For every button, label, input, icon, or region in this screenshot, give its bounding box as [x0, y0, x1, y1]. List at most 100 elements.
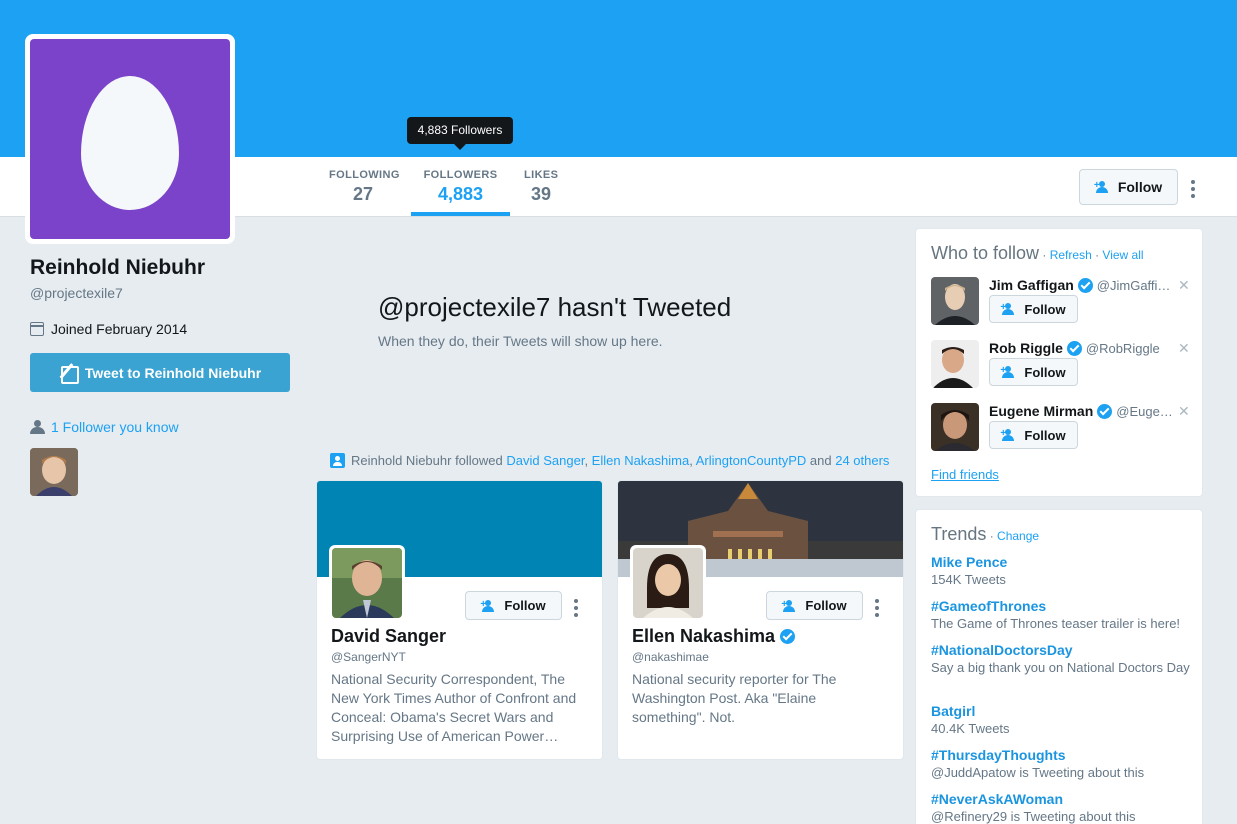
trend-context: Say a big thank you on National Doctors … [931, 660, 1190, 675]
suggestion-name-text[interactable]: Eugene Mirman [989, 403, 1093, 419]
suggestion-follow-label: Follow [1024, 301, 1066, 317]
trend-context: The Game of Thrones teaser trailer is he… [931, 616, 1181, 631]
profile-name: Reinhold Niebuhr [30, 256, 205, 279]
followed-link-ellen-nakashima[interactable]: Ellen Nakashima [592, 453, 690, 468]
card-more-icon[interactable] [875, 599, 881, 620]
card-handle: @SangerNYT [331, 650, 406, 664]
stat-likes[interactable]: LIKES 39 [524, 169, 558, 205]
card-bio: National Security Correspondent, The New… [331, 671, 577, 744]
who-to-follow-heading: Who to follow [931, 243, 1040, 263]
user-card-ellen-nakashima[interactable]: + Follow Ellen Nakashima @nakashimae Nat… [617, 480, 904, 760]
title-sep: · [1091, 248, 1103, 262]
who-to-follow-title: Who to follow · Refresh · View all [931, 243, 1144, 264]
suggestion-rob-riggle[interactable]: Rob Riggle @RobRiggle ✕ + Follow [931, 340, 1193, 392]
stat-followers-label: FOLLOWERS [423, 169, 498, 181]
card-follow-button[interactable]: + Follow [766, 591, 863, 620]
stat-followers[interactable]: FOLLOWERS 4,883 [411, 169, 510, 205]
change-trends-link[interactable]: Change [997, 529, 1039, 543]
suggestion-follow-button[interactable]: + Follow [989, 358, 1078, 386]
card-more-icon[interactable] [574, 599, 580, 620]
tweet-to-button[interactable]: Tweet to Reinhold Niebuhr [30, 353, 290, 392]
joined-date: Joined February 2014 [30, 321, 187, 337]
suggestion-name: Rob Riggle @RobRiggle [989, 340, 1160, 356]
stat-likes-value: 39 [530, 184, 552, 204]
refresh-link[interactable]: Refresh [1050, 248, 1092, 262]
dismiss-icon[interactable]: ✕ [1178, 277, 1190, 294]
trend-context: @JuddApatow is Tweeting about this [931, 765, 1145, 780]
card-handle: @nakashimae [632, 650, 709, 664]
recent-follows-line: Reinhold Niebuhr followed David Sanger, … [330, 453, 889, 468]
verified-badge-icon [780, 629, 796, 644]
trends-title: Trends · Change [931, 524, 1039, 545]
verified-badge-icon [1066, 340, 1082, 356]
jim-gaffigan-photo [931, 277, 979, 325]
empty-title-handle: @projectexile7 [378, 292, 551, 322]
suggestion-follow-button[interactable]: + Follow [989, 421, 1078, 449]
dismiss-icon[interactable]: ✕ [1178, 340, 1190, 357]
trend-name[interactable]: #ThursdayThoughts [931, 747, 1193, 763]
suggestion-handle: @JimGaffi… [1096, 277, 1171, 293]
profile-follow-label: Follow [1117, 179, 1163, 195]
trend-item[interactable]: #NationalDoctorsDay Say a big thank you … [931, 642, 1193, 676]
suggestion-avatar[interactable] [931, 277, 979, 325]
rob-riggle-photo [931, 340, 979, 388]
followed-person-icon [330, 453, 345, 468]
card-name: David Sanger [331, 626, 446, 647]
followed-link-david-sanger[interactable]: David Sanger [506, 453, 584, 468]
trend-item[interactable]: #NeverAskAWoman @Refinery29 is Tweeting … [931, 791, 1193, 824]
empty-timeline-title: @projectexile7 hasn't Tweeted [378, 292, 731, 323]
suggestion-jim-gaffigan[interactable]: Jim Gaffigan @JimGaffi… ✕ + Follow [931, 277, 1193, 329]
stat-following[interactable]: FOLLOWING 27 [329, 169, 399, 205]
more-options-icon[interactable] [1191, 180, 1197, 201]
tweet-to-label: Tweet to Reinhold Niebuhr [84, 364, 262, 381]
card-follow-button[interactable]: + Follow [465, 591, 562, 620]
suggestion-name-text[interactable]: Rob Riggle [989, 340, 1063, 356]
card-follow-label: Follow [504, 598, 546, 613]
card-follow-label: Follow [805, 598, 847, 613]
joined-text: Joined February 2014 [51, 321, 188, 337]
suggestion-follow-label: Follow [1024, 427, 1066, 443]
profile-follow-button[interactable]: + Follow [1079, 169, 1178, 205]
follower-you-know-avatar[interactable] [30, 448, 78, 496]
view-all-link[interactable]: View all [1102, 248, 1143, 262]
suggestion-follow-button[interactable]: + Follow [989, 295, 1078, 323]
followed-link-arlington[interactable]: ArlingtonCountyPD [696, 453, 807, 468]
card-avatar[interactable] [630, 545, 706, 621]
trend-item[interactable]: Mike Pence 154K Tweets [931, 554, 1193, 588]
trend-context: 154K Tweets [931, 572, 1006, 587]
trend-item[interactable]: #ThursdayThoughts @JuddApatow is Tweetin… [931, 747, 1193, 781]
suggestion-name-text[interactable]: Jim Gaffigan [989, 277, 1074, 293]
trend-name[interactable]: Batgirl [931, 703, 1193, 719]
suggestion-eugene-mirman[interactable]: Eugene Mirman @Euge… ✕ + Follow [931, 403, 1193, 455]
stat-following-value: 27 [352, 184, 374, 204]
empty-timeline-subtitle: When they do, their Tweets will show up … [378, 333, 663, 349]
find-friends-link[interactable]: Find friends [931, 467, 999, 482]
active-tab-indicator [411, 212, 510, 216]
dismiss-icon[interactable]: ✕ [1178, 403, 1190, 420]
child-photo-image [30, 448, 78, 496]
suggestion-avatar[interactable] [931, 340, 979, 388]
who-to-follow-panel: Who to follow · Refresh · View all Jim G… [915, 228, 1203, 497]
followed-prefix: Reinhold Niebuhr followed [351, 453, 507, 468]
trend-item[interactable]: Batgirl 40.4K Tweets [931, 703, 1193, 737]
trend-name[interactable]: #NeverAskAWoman [931, 791, 1193, 807]
followed-link-others[interactable]: 24 others [835, 453, 889, 468]
followers-you-know-link[interactable]: 1 Follower you know [30, 419, 179, 435]
profile-avatar[interactable] [25, 34, 235, 244]
follow-person-icon: + [1000, 303, 1018, 315]
suggestion-avatar[interactable] [931, 403, 979, 451]
trend-item[interactable]: #GameofThrones The Game of Thrones tease… [931, 598, 1193, 632]
suggestion-name: Eugene Mirman @Euge… [989, 403, 1173, 419]
trend-name[interactable]: #GameofThrones [931, 598, 1193, 614]
trend-name[interactable]: Mike Pence [931, 554, 1193, 570]
eugene-mirman-photo [931, 403, 979, 451]
empty-title-rest: hasn't Tweeted [550, 292, 732, 322]
trend-name[interactable]: #NationalDoctorsDay [931, 642, 1193, 658]
verified-badge-icon [1077, 277, 1093, 293]
trends-panel: Trends · Change Mike Pence 154K Tweets #… [915, 509, 1203, 824]
user-card-david-sanger[interactable]: + Follow David Sanger @SangerNYT Nationa… [316, 480, 603, 760]
card-avatar[interactable] [329, 545, 405, 621]
followers-you-know-text: 1 Follower you know [51, 419, 179, 435]
title-sep: · [1039, 248, 1050, 262]
trend-context: 40.4K Tweets [931, 721, 1010, 736]
